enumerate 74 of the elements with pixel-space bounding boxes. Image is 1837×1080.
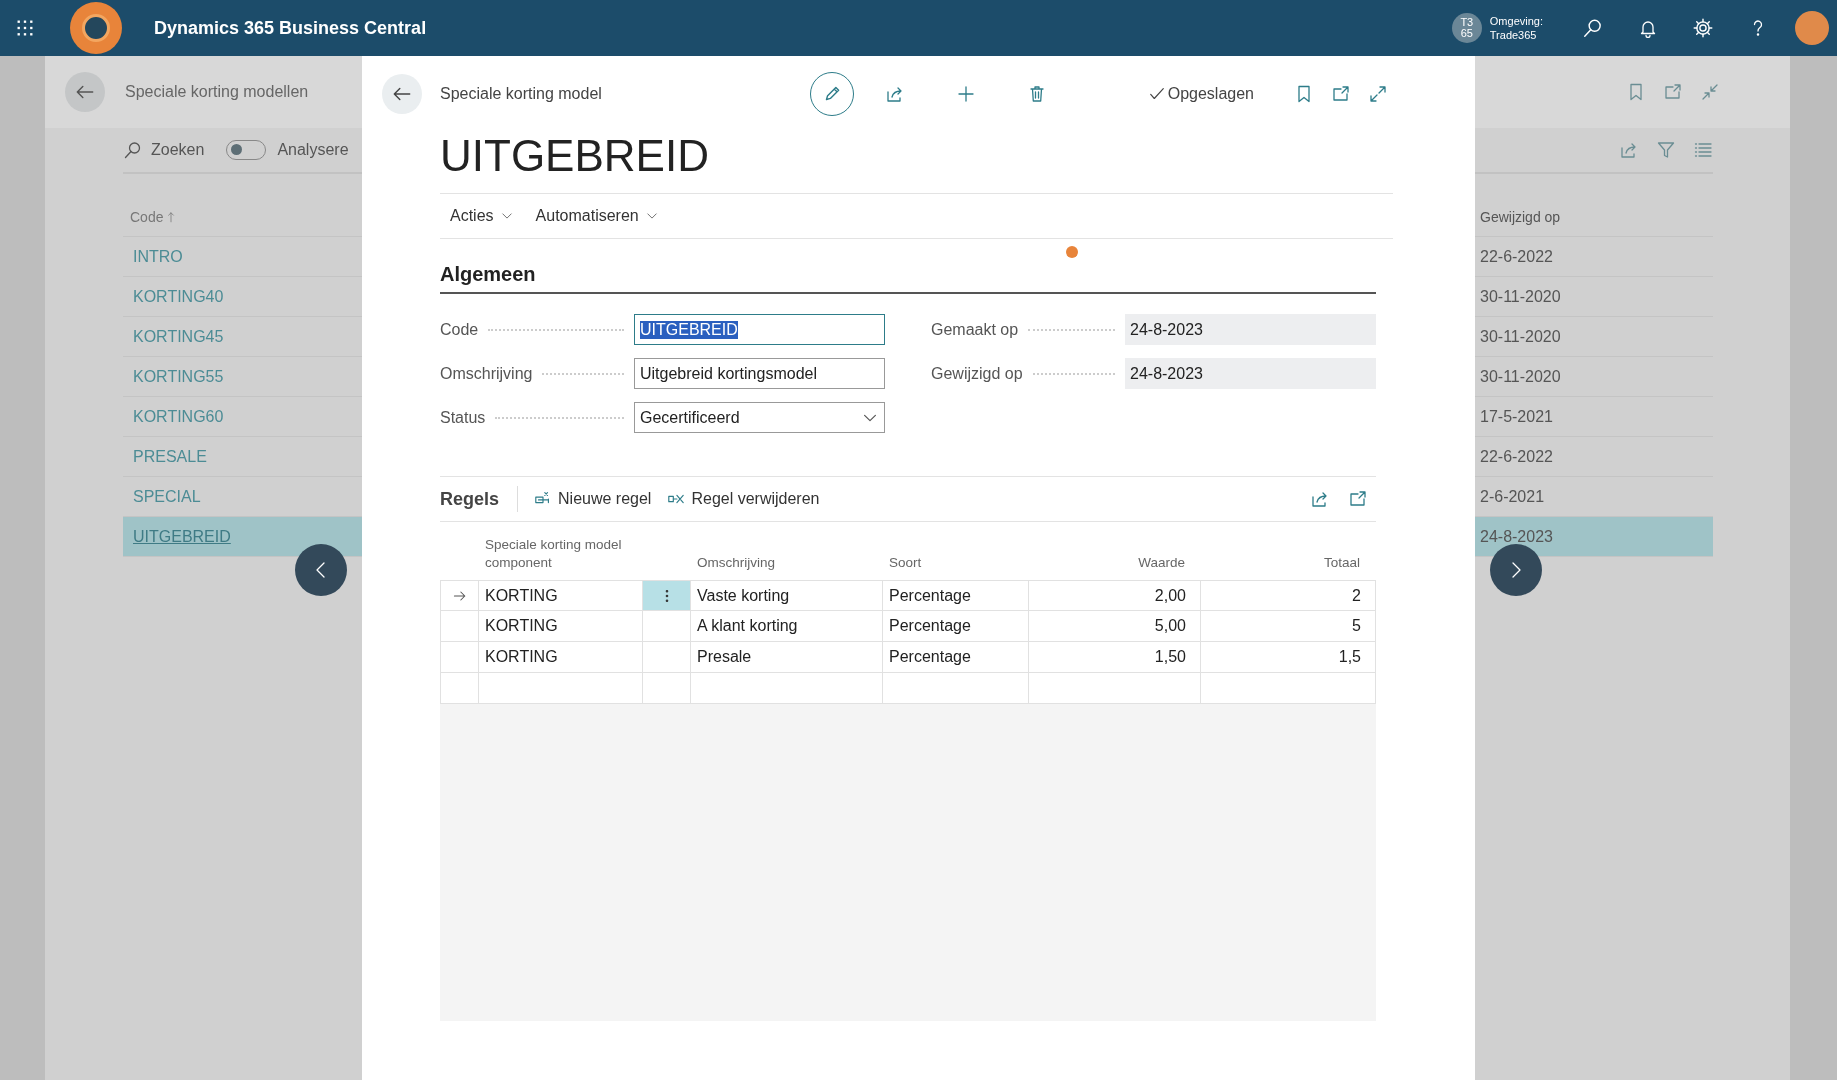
table-cell: KORTING (479, 642, 643, 673)
collapse-icon[interactable] (1700, 82, 1720, 102)
table-cell: 5 (1201, 611, 1376, 642)
save-status: Opgeslagen (1147, 84, 1254, 103)
open-in-new-icon[interactable] (1348, 489, 1368, 509)
table-cell: Vaste korting (691, 580, 883, 611)
table-cell: Percentage (883, 580, 1029, 611)
filter-icon[interactable] (1656, 140, 1676, 160)
status-dropdown[interactable]: Gecertificeerd (634, 402, 885, 433)
settings-icon[interactable] (1691, 17, 1714, 39)
progress-dot-icon (1066, 246, 1078, 258)
section-title: Regels (440, 486, 519, 512)
toolbar-button[interactable]: Regel verwijderen (651, 490, 820, 508)
row-selector-cell[interactable] (440, 642, 479, 673)
column-header[interactable]: Totaal (1201, 536, 1376, 580)
record-title: UITGEBREID (440, 131, 710, 182)
environment-badge[interactable]: T3 65 (1451, 13, 1482, 43)
open-in-new-icon[interactable] (1331, 83, 1351, 104)
toolbar-button[interactable]: Nieuwe regel (518, 490, 652, 508)
readonly-field: 24-8-2023 (1125, 314, 1376, 345)
table-cell: 2 (1201, 580, 1376, 611)
input-field[interactable]: UITGEBREID (634, 314, 885, 345)
open-in-new-icon[interactable] (1663, 82, 1683, 102)
table-cell-text: 2-6-2021 (1479, 487, 1545, 506)
table-cell-text: 17-5-2021 (1479, 407, 1553, 426)
column-header[interactable]: Speciale korting model component (479, 536, 643, 580)
table-cell: KORTING (479, 580, 643, 611)
field-label: Gewijzigd op (931, 364, 1023, 383)
column-header[interactable]: Gewijzigd op (1478, 209, 1561, 225)
app-title: Dynamics 365 Business Central (154, 17, 427, 39)
back-button[interactable] (65, 72, 105, 112)
table-cell: 1,5 (1201, 642, 1376, 673)
edit-button[interactable] (810, 71, 854, 116)
page-title: Speciale korting modellen (125, 83, 309, 101)
table-cell: Percentage (883, 642, 1029, 673)
environment-label[interactable]: Omgeving: Trade365 (1489, 14, 1543, 42)
table-cell: 5,00 (1029, 611, 1201, 642)
section-title[interactable]: Algemeen (440, 263, 1376, 294)
menu-button[interactable]: Acties (450, 207, 514, 225)
column-header[interactable]: Omschrijving (691, 536, 883, 580)
table-cell: 1,50 (1029, 642, 1201, 673)
field-label: Code (440, 320, 479, 339)
expand-icon[interactable] (1368, 83, 1388, 104)
table-cell: A klant korting (691, 611, 883, 642)
table-cell-text: 22-6-2022 (1479, 247, 1553, 266)
readonly-field: 24-8-2023 (1125, 358, 1376, 389)
app-launcher-icon[interactable] (16, 19, 34, 37)
table-cell: 2,00 (1029, 580, 1201, 611)
column-header[interactable]: Soort (883, 536, 1029, 580)
search-icon (123, 140, 143, 160)
table-cell: KORTING (479, 611, 643, 642)
logo-icon (70, 2, 122, 54)
column-header[interactable]: Waarde (1029, 536, 1201, 580)
page-caption: Speciale korting model (440, 84, 603, 103)
table-cell-text: 30-11-2020 (1479, 287, 1561, 306)
row-selector-cell[interactable] (440, 611, 479, 642)
user-avatar[interactable] (1795, 11, 1829, 45)
toggle-label: Analysere (277, 141, 349, 159)
field-label: Omschrijving (440, 364, 533, 383)
table-cell: Percentage (883, 611, 1029, 642)
field-label: Status (440, 408, 486, 427)
field-label: Gemaakt op (931, 320, 1019, 339)
search-icon[interactable] (1581, 17, 1604, 39)
table-cell-text: 22-6-2022 (1479, 447, 1553, 466)
input-field[interactable]: Uitgebreid kortingsmodel (634, 358, 885, 389)
row-selector-cell[interactable] (440, 580, 479, 611)
table-cell-text: 24-8-2023 (1479, 527, 1553, 546)
table-cell: Presale (691, 642, 883, 673)
table-cell-text: 30-11-2020 (1479, 367, 1561, 386)
back-button[interactable] (382, 73, 422, 114)
table-cell-text: 30-11-2020 (1479, 327, 1561, 346)
table-cell (643, 642, 691, 673)
menu-button[interactable]: Automatiseren (535, 207, 659, 225)
search-button[interactable]: Zoeken (123, 140, 205, 160)
